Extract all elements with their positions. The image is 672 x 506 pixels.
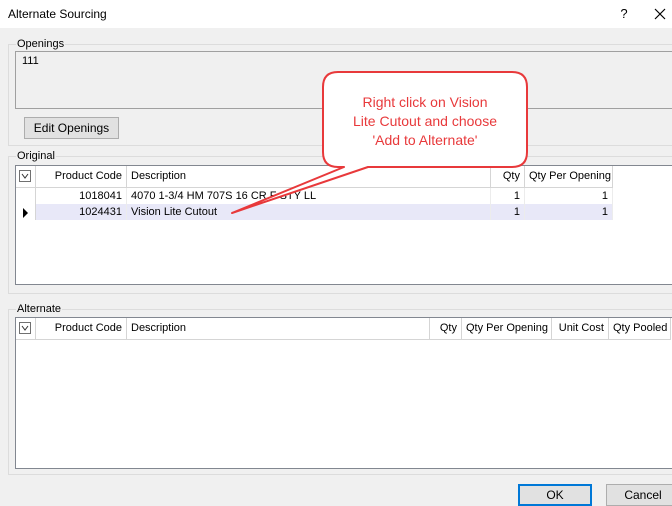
original-grid[interactable]: Product Code Description Qty Qty Per Ope… [15, 165, 672, 285]
description-cell: Vision Lite Cutout [127, 204, 491, 220]
ok-button[interactable]: OK [518, 484, 592, 506]
col-header-qty-per-opening[interactable]: Qty Per Opening [525, 166, 613, 188]
col-header-product-code[interactable]: Product Code [36, 166, 127, 188]
original-select-all[interactable] [16, 166, 36, 188]
qty-per-opening-cell: 1 [525, 188, 613, 204]
callout-line-2: Lite Cutout and choose [353, 113, 497, 129]
chevron-down-icon [19, 170, 31, 182]
col-header-description[interactable]: Description [127, 318, 430, 340]
callout-text: Right click on Vision Lite Cutout and ch… [323, 93, 527, 150]
col-header-qty-pooled[interactable]: Qty Pooled [609, 318, 671, 340]
cancel-button[interactable]: Cancel [606, 484, 672, 506]
col-header-unit-cost[interactable]: Unit Cost [552, 318, 609, 340]
alternate-group-label: Alternate [16, 303, 63, 315]
openings-group-label: Openings [16, 38, 66, 50]
original-group-label: Original [16, 150, 56, 162]
table-row[interactable]: 1018041 4070 1-3/4 HM 707S 16 CR F STY L… [16, 188, 613, 204]
product-code-cell: 1024431 [36, 204, 127, 220]
product-code-cell: 1018041 [36, 188, 127, 204]
col-header-description[interactable]: Description [127, 166, 491, 188]
openings-value: 111 [22, 55, 39, 67]
qty-cell: 1 [491, 188, 525, 204]
help-button[interactable]: ? [614, 5, 634, 23]
col-header-qty[interactable]: Qty [430, 318, 462, 340]
alternate-grid[interactable]: Product Code Description Qty Qty Per Ope… [15, 317, 672, 469]
chevron-down-icon [19, 322, 31, 334]
col-header-product-code[interactable]: Product Code [36, 318, 127, 340]
qty-cell: 1 [491, 204, 525, 220]
window-title: Alternate Sourcing [8, 7, 107, 21]
description-cell: 4070 1-3/4 HM 707S 16 CR F STY LL [127, 188, 491, 204]
callout-line-3: 'Add to Alternate' [372, 132, 478, 148]
row-selector[interactable] [16, 204, 36, 220]
edit-openings-button[interactable]: Edit Openings [24, 117, 119, 139]
close-icon [654, 8, 666, 20]
close-button[interactable] [648, 4, 672, 24]
row-pointer-icon [23, 208, 28, 218]
qty-per-opening-cell: 1 [525, 204, 613, 220]
table-row-selected[interactable]: 1024431 Vision Lite Cutout 1 1 [16, 204, 613, 220]
row-selector[interactable] [16, 188, 36, 204]
col-header-qty[interactable]: Qty [491, 166, 525, 188]
alternate-select-all[interactable] [16, 318, 36, 340]
col-header-qty-per-opening[interactable]: Qty Per Opening [462, 318, 552, 340]
callout-line-1: Right click on Vision [362, 94, 488, 110]
